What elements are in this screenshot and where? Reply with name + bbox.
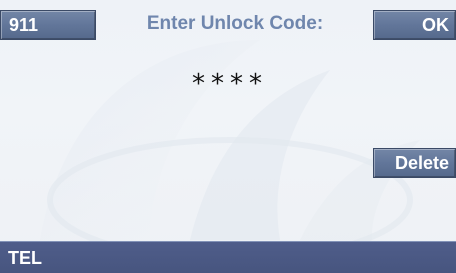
delete-button[interactable]: Delete [373,148,456,178]
tel-mode-label[interactable]: TEL [8,242,42,273]
unlock-prompt-title: Enter Unlock Code: [146,13,324,34]
ok-button[interactable]: OK [373,10,456,40]
unlock-code-display: **** [192,69,268,99]
globe-background [40,40,420,263]
emergency-911-button[interactable]: 911 [0,10,96,40]
status-bar: TEL [0,241,456,273]
unlock-screen: 911 Enter Unlock Code: OK **** Delete TE… [0,0,456,273]
